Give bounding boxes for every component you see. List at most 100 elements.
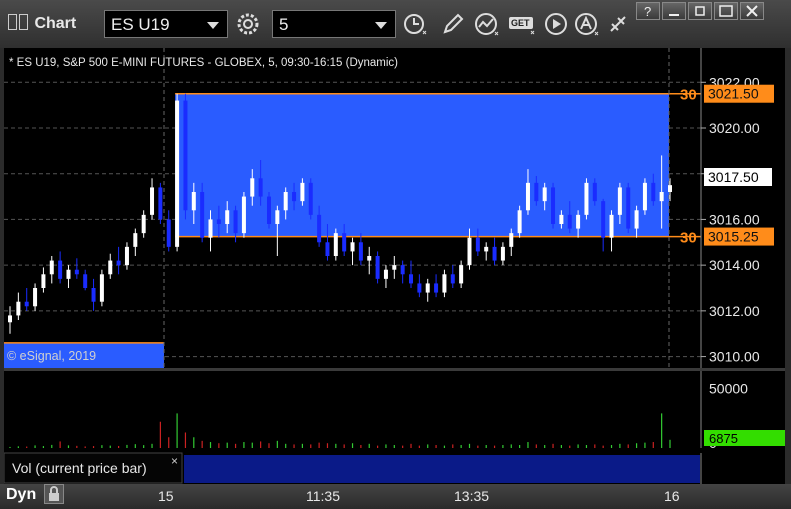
candle-body <box>617 187 622 215</box>
candle-body <box>417 283 422 293</box>
x-tick: 13:35 <box>454 488 490 504</box>
play-button[interactable] <box>542 10 572 38</box>
candle-body <box>166 219 171 247</box>
candle-body <box>183 100 188 211</box>
candle-body <box>216 219 221 224</box>
candle-body <box>66 269 71 279</box>
candle-body <box>383 269 388 279</box>
close-icon[interactable]: × <box>171 454 178 468</box>
candle-body <box>425 283 430 293</box>
candle-body <box>16 301 21 316</box>
interval-combo[interactable]: 5 <box>272 10 396 38</box>
studies-button[interactable] <box>472 10 502 38</box>
candle-body <box>601 201 606 238</box>
minimize-icon <box>669 14 679 16</box>
candle-body <box>108 260 113 275</box>
candle-body <box>642 182 647 211</box>
volume-pane[interactable] <box>4 371 701 448</box>
candle-body <box>58 260 63 279</box>
candle-body <box>233 210 238 234</box>
window-handle-icon <box>8 14 17 30</box>
candle-body <box>258 178 263 197</box>
lock-button[interactable] <box>44 484 64 504</box>
candle-body <box>191 192 196 211</box>
alerts-button[interactable] <box>572 10 602 38</box>
candle-body <box>116 260 121 266</box>
candle-body <box>283 192 288 211</box>
candle-body <box>367 256 372 261</box>
chevron-down-icon[interactable] <box>375 22 387 29</box>
link-button[interactable] <box>604 10 634 38</box>
candle-body <box>484 246 489 252</box>
current-volume: 6875 <box>709 431 738 446</box>
candle-body <box>634 210 639 229</box>
chevron-down-icon[interactable] <box>207 22 219 29</box>
title-bar[interactable]: Chart ES U19 5 GET ? <box>0 0 791 48</box>
candle-body <box>442 274 447 293</box>
restore-button[interactable] <box>688 2 712 20</box>
candle-body <box>83 274 88 288</box>
candle-body <box>325 242 330 256</box>
get-data-button[interactable]: GET <box>506 10 538 38</box>
range-high-tag: 30 <box>680 87 697 104</box>
candle-body <box>659 192 664 202</box>
maximize-icon <box>719 5 733 17</box>
candle-body <box>124 246 129 266</box>
last-price: 3017.50 <box>708 169 759 185</box>
restore-icon <box>695 6 705 16</box>
x-tick: 15 <box>158 488 174 504</box>
question-icon: ? <box>644 4 651 19</box>
candle-body <box>208 219 213 238</box>
pane-splitter[interactable] <box>4 368 785 371</box>
candle-body <box>509 233 514 247</box>
candle-body <box>492 246 497 261</box>
candle-body <box>342 233 347 252</box>
candle-body <box>225 210 230 224</box>
range-low-value: 3015.25 <box>708 229 759 245</box>
chart-settings-button[interactable] <box>233 10 263 38</box>
close-button[interactable] <box>740 2 764 20</box>
candle-body <box>250 178 255 197</box>
window-handle-icon <box>19 14 28 30</box>
range-low-tag: 30 <box>680 230 697 247</box>
time-template-button[interactable] <box>400 10 430 38</box>
svg-text:?: ? <box>644 4 651 19</box>
alert-icon <box>575 13 599 36</box>
candle-body <box>317 214 322 243</box>
minimize-button[interactable] <box>662 2 686 20</box>
candle-body <box>651 182 656 202</box>
candle-body <box>525 182 530 211</box>
candle-body <box>358 242 363 261</box>
candle-body <box>434 283 439 293</box>
symbol-combo[interactable]: ES U19 <box>104 10 228 38</box>
candle-body <box>91 288 96 302</box>
candle-body <box>99 274 104 302</box>
candle-body <box>467 237 472 266</box>
range-box[interactable] <box>175 93 669 237</box>
draw-tool-button[interactable] <box>438 10 468 38</box>
candle-body <box>300 182 305 202</box>
candle-body <box>517 210 522 234</box>
pencil-icon <box>443 13 464 34</box>
candle-body <box>158 187 163 220</box>
help-button[interactable]: ? <box>636 2 660 20</box>
lock-icon <box>49 486 59 501</box>
chart-window: Chart ES U19 5 GET ? * ES U19, S&P 500 E… <box>0 0 791 509</box>
range-high-value: 3021.50 <box>708 86 759 102</box>
candle-body <box>409 274 414 284</box>
price-tick-label: 3010.00 <box>709 349 760 365</box>
maximize-button[interactable] <box>714 2 738 20</box>
dynamic-mode-label[interactable]: Dyn <box>6 486 36 504</box>
candle-body <box>567 214 572 229</box>
candle-body <box>392 265 397 270</box>
price-chart[interactable]: * ES U19, S&P 500 E-MINI FUTURES - GLOBE… <box>4 48 785 484</box>
candle-body <box>275 210 280 224</box>
candle-body <box>292 192 297 202</box>
interval-value: 5 <box>279 15 289 34</box>
candle-body <box>350 242 355 252</box>
candle-body <box>74 269 79 275</box>
candle-body <box>308 182 313 215</box>
candle-body <box>8 315 12 323</box>
candle-body <box>41 274 46 288</box>
link-icon <box>610 16 626 32</box>
